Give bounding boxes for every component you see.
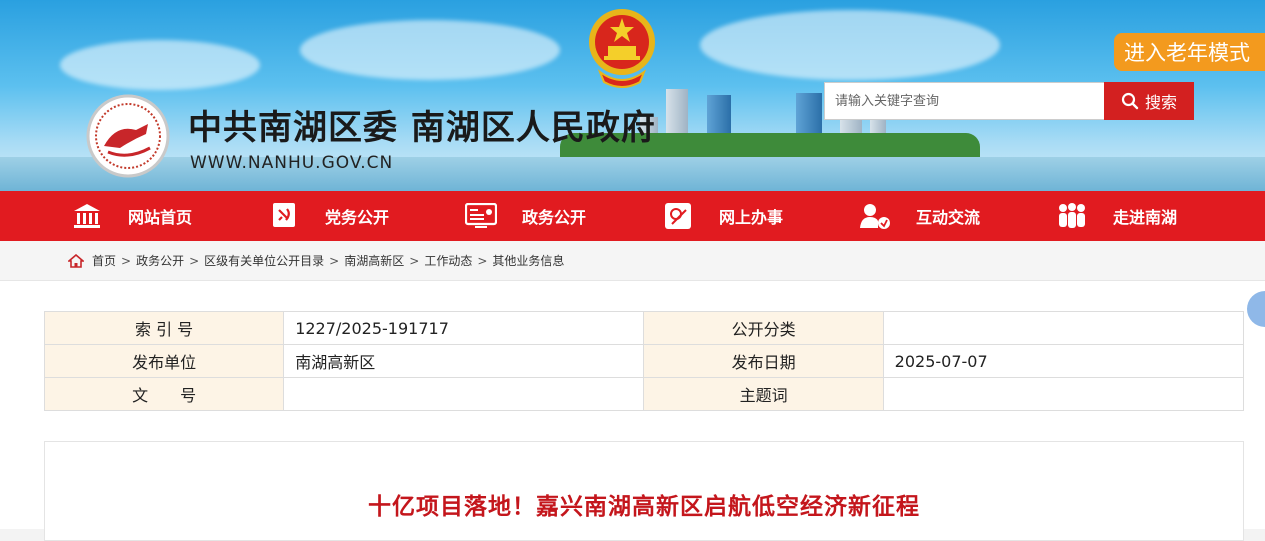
breadcrumb-separator: > bbox=[121, 253, 132, 268]
breadcrumb-separator: > bbox=[329, 253, 340, 268]
nav-item-label: 网站首页 bbox=[128, 208, 193, 227]
table-row: 发布单位 南湖高新区 发布日期 2025-07-07 bbox=[43, 344, 1245, 378]
document-number-value bbox=[283, 377, 645, 411]
nav-item-home[interactable]: 网站首页 bbox=[70, 191, 267, 241]
breadcrumb-separator: > bbox=[189, 253, 200, 268]
article-panel: 十亿项目落地！嘉兴南湖高新区启航低空经济新征程 bbox=[44, 441, 1244, 541]
main-nav: 网站首页 党务公开 政务公开 网上办事 互动交流 走进南湖 bbox=[0, 191, 1265, 241]
cloud-decoration bbox=[60, 40, 260, 90]
index-number-value: 1227/2025-191717 bbox=[283, 311, 645, 345]
breadcrumb-item-work-news[interactable]: 工作动态 bbox=[424, 252, 472, 269]
interaction-icon bbox=[858, 201, 892, 231]
publish-date-value: 2025-07-07 bbox=[882, 344, 1245, 378]
search-input[interactable] bbox=[824, 82, 1104, 120]
party-flag-icon bbox=[267, 201, 301, 231]
home-icon bbox=[68, 253, 84, 268]
subject-terms-label: 主题词 bbox=[643, 377, 884, 411]
national-emblem-icon bbox=[589, 9, 655, 88]
breadcrumb-item-government-affairs[interactable]: 政务公开 bbox=[136, 252, 184, 269]
document-number-label: 文 号 bbox=[43, 377, 285, 411]
search-icon bbox=[1121, 92, 1139, 110]
nav-item-explore-nanhu[interactable]: 走进南湖 bbox=[1055, 191, 1252, 241]
floating-side-tab[interactable] bbox=[1247, 291, 1265, 327]
search-button[interactable]: 搜索 bbox=[1104, 82, 1194, 120]
search-button-label: 搜索 bbox=[1144, 93, 1177, 112]
nav-item-label: 政务公开 bbox=[522, 208, 587, 227]
publisher-label: 发布单位 bbox=[43, 344, 285, 378]
table-row: 索 引 号 1227/2025-191717 公开分类 bbox=[43, 311, 1245, 345]
document-meta-table: 索 引 号 1227/2025-191717 公开分类 发布单位 南湖高新区 发… bbox=[43, 311, 1245, 411]
breadcrumb-item-nanhu-hightech-zone[interactable]: 南湖高新区 bbox=[344, 252, 404, 269]
elder-mode-button[interactable]: 进入老年模式 bbox=[1114, 33, 1265, 71]
disclosure-category-label: 公开分类 bbox=[643, 311, 884, 345]
cloud-decoration bbox=[700, 10, 1000, 80]
nav-item-label: 党务公开 bbox=[325, 208, 390, 227]
people-icon bbox=[1055, 201, 1089, 231]
breadcrumb-item-district-units-catalog[interactable]: 区级有关单位公开目录 bbox=[204, 252, 324, 269]
disclosure-category-value bbox=[882, 311, 1245, 345]
main-content: 索 引 号 1227/2025-191717 公开分类 发布单位 南湖高新区 发… bbox=[0, 281, 1265, 541]
search-box: 搜索 bbox=[824, 82, 1194, 120]
breadcrumb-separator: > bbox=[409, 253, 420, 268]
breadcrumb-separator: > bbox=[477, 253, 488, 268]
breadcrumb: 首页 > 政务公开 > 区级有关单位公开目录 > 南湖高新区 > 工作动态 > 其他业务信… bbox=[0, 241, 1265, 281]
table-row: 文 号 主题词 bbox=[43, 377, 1245, 411]
online-service-icon bbox=[661, 201, 695, 231]
publish-date-label: 发布日期 bbox=[643, 344, 884, 378]
breadcrumb-item-other-business-info[interactable]: 其他业务信息 bbox=[492, 252, 564, 269]
document-screen-icon bbox=[464, 201, 498, 231]
district-logo bbox=[86, 94, 170, 178]
nav-item-party-affairs[interactable]: 党务公开 bbox=[267, 191, 464, 241]
building-icon bbox=[70, 201, 104, 231]
site-url: WWW.NANHU.GOV.CN bbox=[190, 153, 394, 173]
publisher-value: 南湖高新区 bbox=[283, 344, 645, 378]
index-number-label: 索 引 号 bbox=[43, 311, 285, 345]
nav-item-label: 网上办事 bbox=[719, 208, 784, 227]
nav-item-government-affairs[interactable]: 政务公开 bbox=[464, 191, 661, 241]
nav-item-label: 走进南湖 bbox=[1113, 208, 1178, 227]
nav-item-online-service[interactable]: 网上办事 bbox=[661, 191, 858, 241]
breadcrumb-item-home[interactable]: 首页 bbox=[92, 252, 116, 269]
nav-item-interaction[interactable]: 互动交流 bbox=[858, 191, 1055, 241]
site-title: 中共南湖区委 南湖区人民政府 bbox=[188, 108, 656, 148]
article-title: 十亿项目落地！嘉兴南湖高新区启航低空经济新征程 bbox=[368, 494, 920, 520]
header-banner: 中共南湖区委 南湖区人民政府 WWW.NANHU.GOV.CN 进入老年模式 搜… bbox=[0, 0, 1265, 191]
subject-terms-value bbox=[882, 377, 1245, 411]
nav-item-label: 互动交流 bbox=[916, 208, 981, 227]
cloud-decoration bbox=[300, 20, 560, 80]
